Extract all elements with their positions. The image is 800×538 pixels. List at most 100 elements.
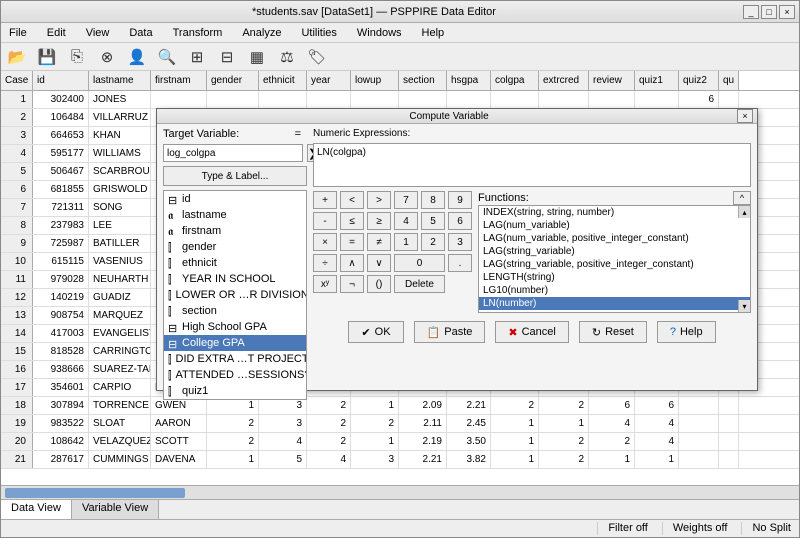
target-variable-input[interactable] [163, 144, 303, 162]
cell[interactable]: 18 [1, 397, 33, 414]
cell[interactable]: 14 [1, 325, 33, 342]
cell[interactable]: 9 [1, 235, 33, 252]
keypad-key[interactable]: Delete [394, 275, 445, 293]
scroll-up-icon[interactable]: ▴ [738, 206, 750, 218]
column-quiz2[interactable]: quiz2 [679, 71, 719, 90]
person-icon[interactable]: 👤 [127, 47, 147, 67]
cell[interactable]: 2.45 [447, 415, 491, 432]
cell[interactable] [351, 91, 399, 108]
cell[interactable]: 721311 [33, 199, 89, 216]
variable-item[interactable]: ⫿ gender [164, 239, 306, 255]
keypad-key[interactable]: 4 [394, 212, 418, 230]
cell[interactable]: SLOAT [89, 415, 151, 432]
cell[interactable]: 681855 [33, 181, 89, 198]
table-row[interactable]: 20108642VELAZQUEZSCOTT24212.193.501224 [1, 433, 799, 451]
cell[interactable]: 417003 [33, 325, 89, 342]
cell[interactable]: 12 [1, 289, 33, 306]
close-button[interactable]: × [779, 5, 795, 19]
numeric-expression-input[interactable]: LN(colgpa) [313, 143, 751, 187]
cell[interactable]: 1 [351, 433, 399, 450]
cell[interactable]: 615115 [33, 253, 89, 270]
split-icon[interactable]: ▦ [247, 47, 267, 67]
keypad-key[interactable]: 6 [448, 212, 472, 230]
cell[interactable]: 1 [589, 451, 635, 468]
cell[interactable]: 1 [1, 91, 33, 108]
cell[interactable]: 13 [1, 307, 33, 324]
cancel-button[interactable]: ✖Cancel [495, 321, 568, 343]
variable-item[interactable]: 𝖆 lastname [164, 207, 306, 223]
minimize-button[interactable]: _ [743, 5, 759, 19]
type-and-label-button[interactable]: Type & Label... [163, 166, 307, 186]
cell[interactable]: LEE [89, 217, 151, 234]
keypad-key[interactable]: ∧ [340, 254, 364, 272]
cell[interactable]: 2 [1, 109, 33, 126]
table-row[interactable]: 19983522SLOATAARON23222.112.451144 [1, 415, 799, 433]
horizontal-scrollbar[interactable] [1, 485, 799, 499]
table-row[interactable]: 21287617CUMMINGSDAVENA15432.213.821211 [1, 451, 799, 469]
cell[interactable]: 16 [1, 361, 33, 378]
keypad-key[interactable]: . [448, 254, 472, 272]
cell[interactable]: MARQUEZ [89, 307, 151, 324]
cell[interactable]: 6 [679, 91, 719, 108]
insert-icon[interactable]: ⊞ [187, 47, 207, 67]
cell[interactable]: 2.21 [399, 451, 447, 468]
variable-item[interactable]: ⫿ ethnicit [164, 255, 306, 271]
variable-item[interactable]: ⫿ ATTENDED …SESSIONS? [164, 367, 306, 383]
cell[interactable]: 11 [1, 271, 33, 288]
tab-data-view[interactable]: Data View [1, 500, 72, 519]
weights-icon[interactable]: ⚖ [277, 47, 297, 67]
cell[interactable]: 20 [1, 433, 33, 450]
keypad-key[interactable]: () [367, 275, 391, 293]
menu-help[interactable]: Help [418, 25, 449, 41]
reset-button[interactable]: ↻Reset [579, 321, 647, 343]
cell[interactable]: 506467 [33, 163, 89, 180]
cell[interactable]: 2 [539, 433, 589, 450]
cell[interactable]: 979028 [33, 271, 89, 288]
variable-item[interactable]: ⫿ quiz1 [164, 383, 306, 399]
column-id[interactable]: id [33, 71, 89, 90]
keypad-key[interactable]: 3 [448, 233, 472, 251]
menu-edit[interactable]: Edit [43, 25, 70, 41]
keypad-key[interactable]: 9 [448, 191, 472, 209]
variable-item[interactable]: ⫿ DID EXTRA …T PROJECT? [164, 351, 306, 367]
variable-item[interactable]: ⫿ section [164, 303, 306, 319]
cell[interactable]: 938666 [33, 361, 89, 378]
keypad-key[interactable]: ≤ [340, 212, 364, 230]
menu-view[interactable]: View [82, 25, 114, 41]
cell[interactable]: WILLIAMS [89, 145, 151, 162]
cell[interactable]: GRISWOLD [89, 181, 151, 198]
keypad-key[interactable]: ÷ [313, 254, 337, 272]
menu-file[interactable]: File [5, 25, 31, 41]
cell[interactable]: 664653 [33, 127, 89, 144]
cell[interactable]: 354601 [33, 379, 89, 396]
value-labels-icon[interactable]: 🏷 [307, 47, 327, 67]
cell[interactable]: AARON [151, 415, 207, 432]
cell[interactable]: 4 [259, 433, 307, 450]
cell[interactable]: GUADIZ [89, 289, 151, 306]
menu-windows[interactable]: Windows [353, 25, 406, 41]
open-icon[interactable]: 📂 [7, 47, 27, 67]
cell[interactable]: VILLARRUZ [89, 109, 151, 126]
keypad-key[interactable]: 1 [394, 233, 418, 251]
cell[interactable]: 1 [635, 451, 679, 468]
keypad-key[interactable]: xʸ [313, 275, 337, 293]
cell[interactable]: 4 [1, 145, 33, 162]
cell[interactable] [719, 433, 739, 450]
cell[interactable]: 21 [1, 451, 33, 468]
cell[interactable]: 3 [351, 451, 399, 468]
cell[interactable]: 5 [1, 163, 33, 180]
column-extrcred[interactable]: extrcred [539, 71, 589, 90]
scroll-down-icon[interactable]: ▾ [738, 300, 750, 312]
cell[interactable] [491, 91, 539, 108]
cell[interactable]: 1 [539, 415, 589, 432]
keypad-key[interactable]: 0 [394, 254, 445, 272]
cell[interactable]: VASENIUS [89, 253, 151, 270]
column-review[interactable]: review [589, 71, 635, 90]
cell[interactable]: CARPIO [89, 379, 151, 396]
delete-icon[interactable]: ⊟ [217, 47, 237, 67]
cell[interactable]: 4 [635, 433, 679, 450]
cell[interactable] [719, 91, 739, 108]
cell[interactable]: 10 [1, 253, 33, 270]
cell[interactable]: EVANGELIST [89, 325, 151, 342]
cell[interactable]: 2 [589, 433, 635, 450]
